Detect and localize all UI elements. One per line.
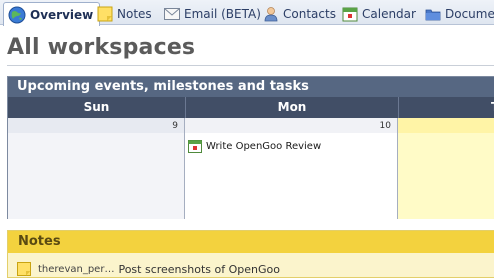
- day-cell-today[interactable]: [398, 118, 494, 219]
- envelope-icon: [164, 7, 180, 20]
- globe-icon: [8, 6, 26, 23]
- note-author[interactable]: therevan_per…: [38, 264, 114, 275]
- page-title: All workspaces: [7, 35, 196, 60]
- tab-overview[interactable]: Overview: [3, 2, 101, 26]
- note-list-item[interactable]: therevan_per… Post screenshots of OpenGo…: [17, 262, 280, 276]
- notes-header: Notes: [8, 231, 494, 253]
- calendar-icon: [342, 7, 358, 21]
- day-header-mon: Mon: [185, 97, 398, 118]
- tab-email[interactable]: Email (BETA): [164, 2, 261, 25]
- title-divider: [7, 65, 494, 66]
- day-cell-mon[interactable]: 10 Write OpenGoo Review: [185, 118, 398, 219]
- tab-documents[interactable]: Documents: [425, 2, 494, 25]
- notes-widget: Notes therevan_per… Post screenshots of …: [7, 230, 494, 278]
- calendar-event[interactable]: Write OpenGoo Review: [188, 139, 321, 153]
- day-header-tue: T: [398, 97, 494, 118]
- day-number-sun: 9: [172, 121, 178, 131]
- day-cell-sun[interactable]: 9: [8, 118, 185, 219]
- tab-contacts-label: Contacts: [283, 6, 336, 21]
- upcoming-events-header: Upcoming events, milestones and tasks: [8, 77, 494, 97]
- note-icon: [17, 262, 31, 276]
- main-tab-bar: Overview Notes Email (BETA) Contacts Cal…: [0, 0, 494, 26]
- tab-overview-label: Overview: [30, 7, 94, 22]
- tab-contacts[interactable]: Contacts: [263, 2, 336, 25]
- person-icon: [264, 6, 278, 21]
- note-title[interactable]: Post screenshots of OpenGoo: [118, 263, 280, 276]
- calendar-event-icon: [188, 140, 202, 153]
- tab-notes[interactable]: Notes: [97, 2, 152, 25]
- calendar-event-title: Write OpenGoo Review: [206, 140, 322, 152]
- tab-documents-label: Documents: [445, 6, 494, 21]
- note-icon: [97, 6, 113, 21]
- tab-email-label: Email (BETA): [184, 6, 261, 21]
- day-number-band: [185, 118, 397, 133]
- tab-notes-label: Notes: [117, 6, 152, 21]
- upcoming-events-widget: Upcoming events, milestones and tasks Su…: [7, 76, 494, 219]
- folder-icon: [425, 9, 441, 20]
- day-number-band: [8, 118, 184, 133]
- day-header-sun: Sun: [8, 97, 185, 118]
- tab-calendar-label: Calendar: [362, 6, 416, 21]
- day-number-band: [398, 118, 494, 133]
- day-number-mon: 10: [379, 121, 391, 131]
- tab-calendar[interactable]: Calendar: [342, 2, 416, 25]
